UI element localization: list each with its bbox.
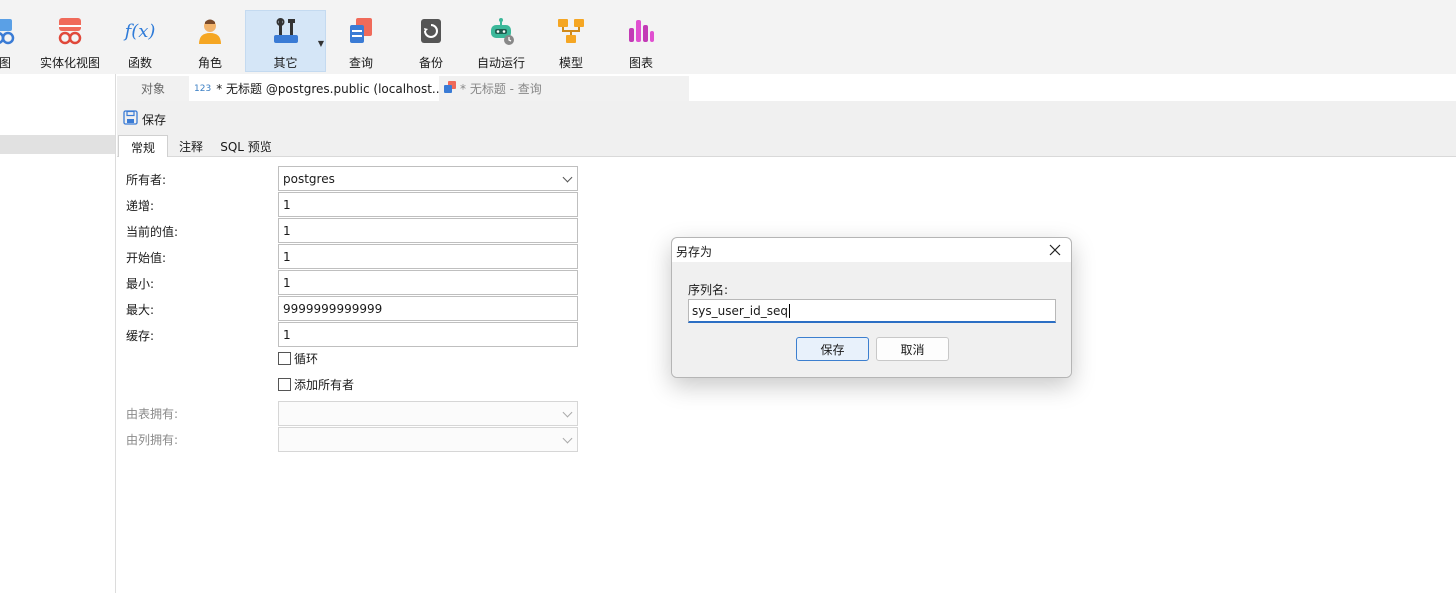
dialog-cancel-button[interactable]: 取消 bbox=[876, 337, 949, 361]
min-value-field[interactable]: 1 bbox=[278, 270, 578, 295]
dialog-body: 序列名: sys_user_id_seq 保存 取消 bbox=[672, 262, 1071, 377]
view-icon bbox=[0, 14, 22, 48]
document-tab-bar: 对象 123 * 无标题 @postgres.public (localhost… bbox=[117, 74, 1456, 101]
save-button[interactable]: 保存 bbox=[123, 110, 166, 128]
toolbar-other-button[interactable]: 其它 ▼ bbox=[245, 10, 326, 72]
increment-field[interactable]: 1 bbox=[278, 192, 578, 217]
user-role-icon bbox=[193, 14, 227, 48]
chevron-down-icon bbox=[562, 407, 573, 418]
tab-query[interactable]: * 无标题 - 查询 bbox=[439, 76, 689, 101]
max-value-field[interactable]: 9999999999999 bbox=[278, 296, 578, 321]
owned-by-column-label: 由列拥有: bbox=[126, 433, 179, 447]
query-icon bbox=[344, 14, 378, 48]
owned-by-table-label: 由表拥有: bbox=[126, 407, 179, 421]
tab-general[interactable]: 常规 bbox=[118, 135, 168, 158]
materialized-view-icon bbox=[53, 14, 87, 48]
text-cursor bbox=[788, 303, 790, 318]
selected-tree-item[interactable] bbox=[0, 135, 115, 154]
start-value-label: 开始值: bbox=[126, 251, 167, 265]
toolbar-view-button[interactable]: 图 bbox=[0, 10, 20, 72]
cycle-checkbox[interactable]: 循环 bbox=[278, 350, 318, 367]
close-icon[interactable] bbox=[1047, 242, 1063, 258]
dropdown-arrow-icon[interactable]: ▼ bbox=[318, 39, 324, 48]
tab-objects[interactable]: 对象 bbox=[117, 76, 189, 101]
toolbar-chart-button[interactable]: 图表 bbox=[617, 10, 665, 72]
toolbar-model-button[interactable]: 模型 bbox=[547, 10, 595, 72]
editor-toolbar: 保存 bbox=[117, 101, 1456, 135]
navigation-panel[interactable] bbox=[0, 74, 116, 593]
query-tab-icon bbox=[443, 80, 457, 97]
toolbar-function-button[interactable]: f(x) 函数 bbox=[116, 10, 164, 72]
tab-sql-preview[interactable]: SQL 预览 bbox=[213, 135, 279, 157]
increment-label: 递增: bbox=[126, 199, 155, 213]
sequence-name-label: 序列名: bbox=[688, 283, 729, 297]
cache-field[interactable]: 1 bbox=[278, 322, 578, 347]
tab-sequence[interactable]: 123 * 无标题 @postgres.public (localhost... bbox=[189, 76, 443, 101]
properties-tabs: 常规 注释 SQL 预览 bbox=[117, 135, 1456, 158]
chart-icon bbox=[624, 14, 658, 48]
toolbar-role-button[interactable]: 角色 bbox=[186, 10, 234, 72]
robot-icon bbox=[484, 14, 518, 48]
owner-select[interactable]: postgres bbox=[278, 166, 578, 191]
toolbar-backup-button[interactable]: 备份 bbox=[407, 10, 455, 72]
current-value-field[interactable]: 1 bbox=[278, 218, 578, 243]
sequence-name-input[interactable]: sys_user_id_seq bbox=[688, 299, 1056, 323]
dialog-title: 另存为 bbox=[676, 245, 713, 259]
tab-comment[interactable]: 注释 bbox=[169, 135, 213, 157]
function-glyph: f(x) bbox=[124, 20, 156, 42]
function-icon: f(x) bbox=[123, 14, 157, 48]
chevron-down-icon bbox=[562, 433, 573, 444]
toolbar-materialized-view-button[interactable]: 实体化视图 bbox=[34, 10, 106, 72]
toolbar-query-button[interactable]: 查询 bbox=[337, 10, 385, 72]
main-toolbar: 图 实体化视图 f(x) 函数 角色 其它 ▼ 查询 备份 自动运行 模型 图表 bbox=[0, 0, 1456, 74]
checkbox-icon bbox=[278, 378, 291, 391]
owned-by-column-select[interactable] bbox=[278, 427, 578, 452]
owner-label: 所有者: bbox=[126, 173, 167, 187]
save-icon bbox=[123, 110, 138, 128]
toolbar-automation-button[interactable]: 自动运行 bbox=[472, 10, 530, 72]
save-as-dialog: 另存为 序列名: sys_user_id_seq 保存 取消 bbox=[671, 237, 1072, 378]
model-icon bbox=[554, 14, 588, 48]
checkbox-icon bbox=[278, 352, 291, 365]
cache-label: 缓存: bbox=[126, 329, 155, 343]
backup-icon bbox=[414, 14, 448, 48]
start-value-field[interactable]: 1 bbox=[278, 244, 578, 269]
tools-icon bbox=[269, 15, 303, 48]
min-value-label: 最小: bbox=[126, 277, 155, 291]
dialog-save-button[interactable]: 保存 bbox=[796, 337, 869, 361]
add-owner-checkbox[interactable]: 添加所有者 bbox=[278, 376, 354, 393]
sequence-icon: 123 bbox=[194, 83, 212, 94]
current-value-label: 当前的值: bbox=[126, 225, 179, 239]
owned-by-table-select[interactable] bbox=[278, 401, 578, 426]
max-value-label: 最大: bbox=[126, 303, 155, 317]
chevron-down-icon bbox=[562, 172, 573, 183]
